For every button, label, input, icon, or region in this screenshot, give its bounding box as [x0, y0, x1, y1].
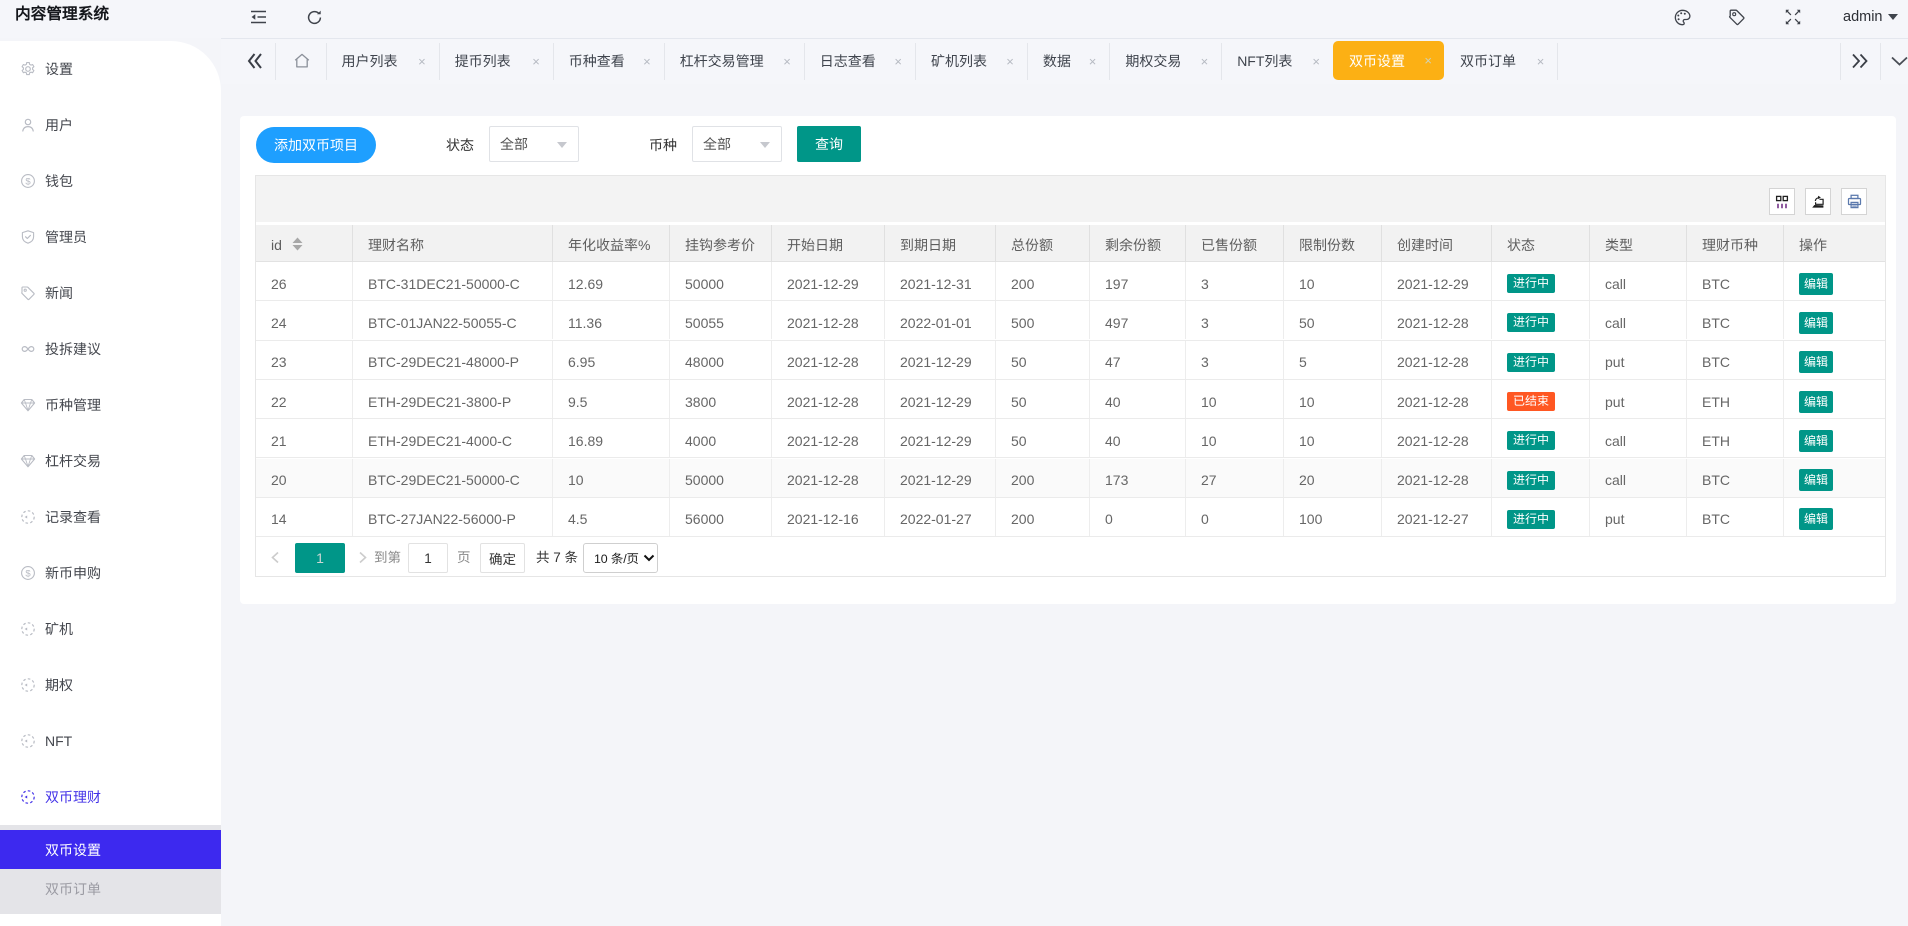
svg-text:$: $	[25, 568, 31, 579]
svg-text:$: $	[25, 176, 31, 187]
